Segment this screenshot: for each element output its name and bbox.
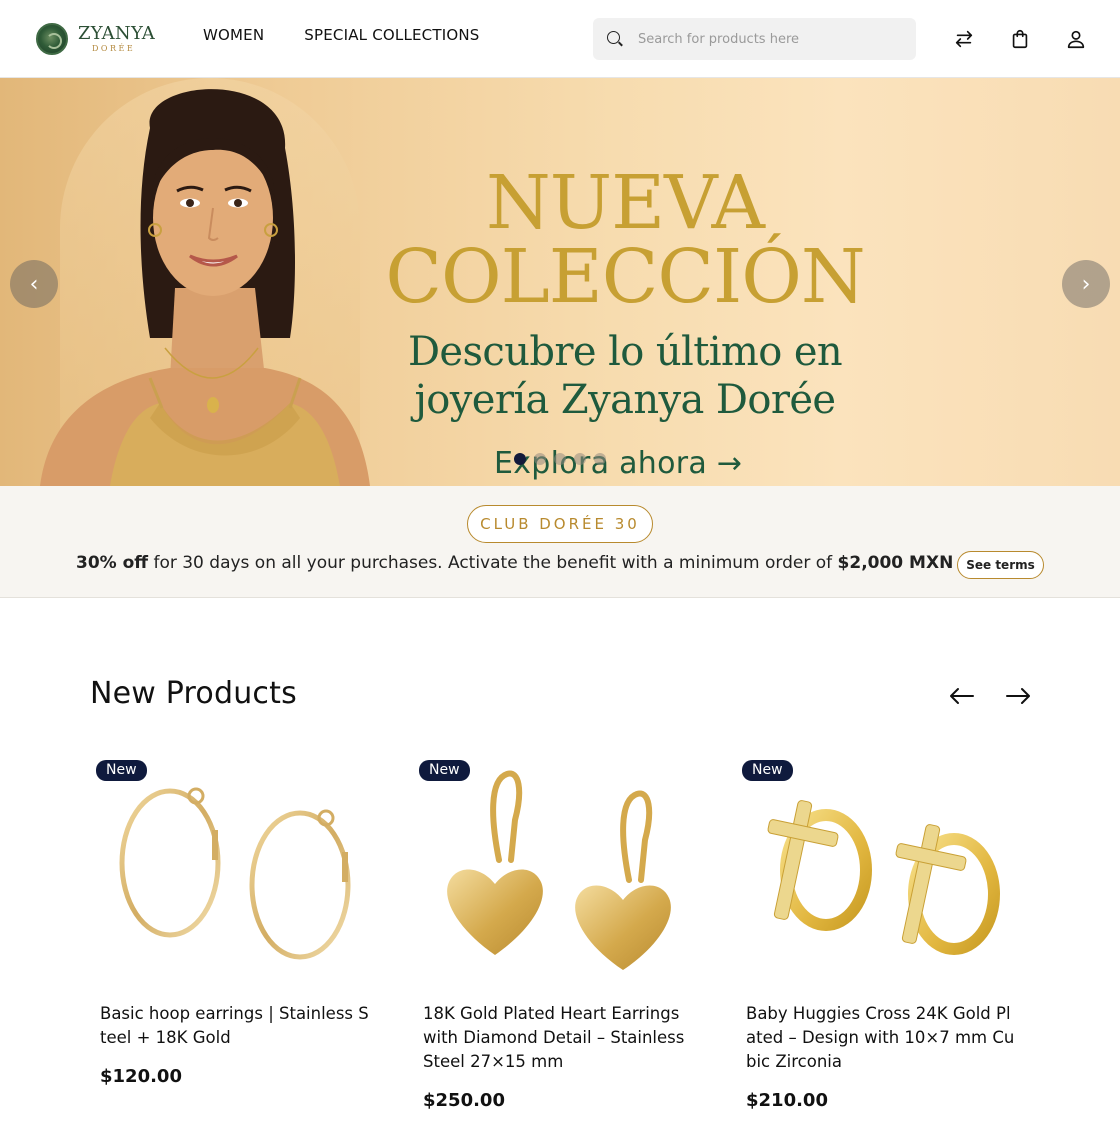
logo-subtitle: DORÉE	[92, 44, 136, 53]
search-bar	[593, 18, 916, 60]
nav-women[interactable]: WOMEN	[203, 26, 264, 44]
product-card[interactable]: New Baby Huggies Cross 24K Gold Plated –…	[742, 760, 1020, 1111]
hoop-earrings-icon	[119, 787, 351, 960]
promo-minimum: $2,000 MXN	[837, 553, 954, 573]
logo-name: ZYANYA	[78, 23, 156, 44]
promo-text: 30% off for 30 days on all your purchase…	[76, 553, 964, 573]
hero-title-line2: COLECCIÓN	[385, 234, 865, 320]
product-card[interactable]: New 18K Gold Plated Heart Earrings with …	[419, 760, 697, 1111]
arrow-left-icon[interactable]	[949, 684, 975, 708]
carousel-next-button[interactable]: ›	[1062, 260, 1110, 308]
nav-special-collections[interactable]: SPECIAL COLLECTIONS	[304, 26, 479, 44]
new-badge: New	[742, 760, 793, 781]
carousel-dot-3[interactable]	[554, 453, 566, 465]
see-terms-button[interactable]: See terms	[957, 551, 1044, 579]
search-input[interactable]	[638, 31, 888, 47]
product-image[interactable]: New	[742, 760, 1020, 990]
new-badge: New	[419, 760, 470, 781]
product-name[interactable]: Basic hoop earrings | Stainless Steel + …	[96, 1002, 374, 1050]
site-header: ZYANYA DORÉE WOMEN SPECIAL COLLECTIONS	[0, 0, 1120, 78]
logo-mark-icon	[36, 23, 68, 55]
promo-discount: 30% off	[76, 553, 149, 573]
product-price: $210.00	[746, 1090, 828, 1111]
product-name[interactable]: 18K Gold Plated Heart Earrings with Diam…	[419, 1002, 697, 1074]
chevron-left-icon: ‹	[29, 271, 39, 297]
product-price: $120.00	[100, 1066, 182, 1087]
product-list: New Basic hoop earrings | Stainless Stee…	[96, 760, 1036, 1111]
new-products-title: New Products	[90, 676, 297, 711]
shopping-bag-icon[interactable]	[1009, 28, 1031, 50]
product-name[interactable]: Baby Huggies Cross 24K Gold Plated – Des…	[742, 1002, 1020, 1074]
hero-title-line1: NUEVA	[486, 160, 765, 246]
carousel-dots	[514, 453, 606, 465]
logo-text: ZYANYA DORÉE	[78, 25, 155, 53]
new-badge: New	[96, 760, 147, 781]
club-badge: CLUB DORÉE 30	[467, 505, 653, 543]
main-nav: WOMEN SPECIAL COLLECTIONS	[203, 26, 480, 44]
carousel-dot-5[interactable]	[594, 453, 606, 465]
club-promo-banner: CLUB DORÉE 30 30% off for 30 days on all…	[0, 486, 1120, 598]
product-card[interactable]: New Basic hoop earrings | Stainless Stee…	[96, 760, 374, 1111]
hero-subtitle-line2: joyería Zyanya Dorée	[414, 377, 836, 423]
user-icon[interactable]	[1065, 28, 1087, 50]
hero-carousel: NUEVA COLECCIÓN Descubre lo último en jo…	[0, 78, 1120, 486]
hero-text-block: NUEVA COLECCIÓN Descubre lo último en jo…	[360, 166, 890, 424]
cross-huggie-earrings-icon	[767, 800, 1000, 955]
carousel-dot-4[interactable]	[574, 453, 586, 465]
carousel-dot-1[interactable]	[514, 453, 526, 465]
arrow-right-icon[interactable]	[1005, 684, 1031, 708]
promo-text-middle: for 30 days on all your purchases. Activ…	[148, 553, 838, 573]
hero-subtitle-line1: Descubre lo último en	[407, 329, 843, 375]
heart-earrings-icon	[447, 770, 671, 970]
product-image[interactable]: New	[419, 760, 697, 990]
brand-logo[interactable]: ZYANYA DORÉE	[36, 20, 155, 58]
carousel-dot-2[interactable]	[534, 453, 546, 465]
chevron-right-icon: ›	[1081, 271, 1091, 297]
product-price: $250.00	[423, 1090, 505, 1111]
search-icon[interactable]	[607, 30, 624, 48]
product-image[interactable]: New	[96, 760, 374, 990]
carousel-prev-button[interactable]: ‹	[10, 260, 58, 308]
compare-icon[interactable]	[953, 28, 975, 50]
